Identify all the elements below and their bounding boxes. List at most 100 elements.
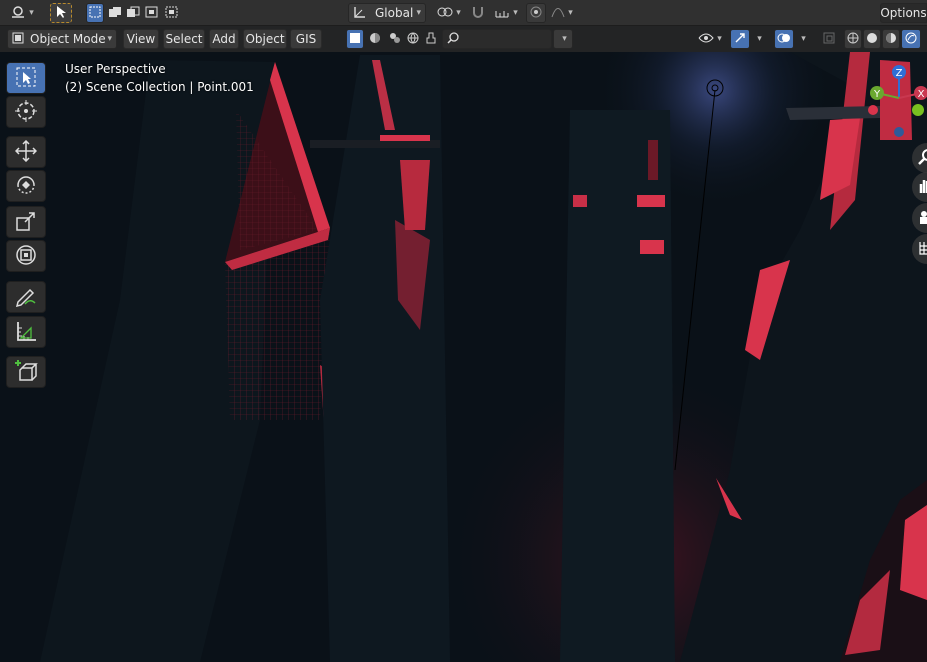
navigation-gizmo[interactable]: Z Y X	[855, 60, 927, 140]
selection-new-icon	[89, 6, 101, 21]
shading-wireframe-button[interactable]	[844, 29, 862, 49]
proportional-edit-toggle[interactable]	[526, 3, 546, 23]
transform-orientation-dropdown[interactable]: Global ▾	[348, 3, 426, 23]
shading-solid-button[interactable]	[863, 29, 881, 49]
render-mode-solid-button[interactable]	[346, 29, 364, 49]
xray-icon	[823, 32, 835, 47]
material-sphere-icon	[369, 32, 381, 47]
measure-icon	[15, 320, 37, 345]
selection-invert-icon	[145, 6, 159, 21]
shading-material-button[interactable]	[882, 29, 900, 49]
proportional-edit-icon	[530, 6, 542, 21]
shading-rendered-button[interactable]	[901, 29, 921, 49]
eye-icon	[698, 32, 714, 47]
cursor-arrow-icon	[55, 5, 67, 22]
rendered-sphere-icon	[905, 32, 917, 47]
options-label: Options	[880, 6, 927, 20]
chevron-down-icon: ▾	[801, 34, 806, 44]
options-button[interactable]: Options	[880, 3, 927, 23]
overlay-circles-icon	[777, 32, 791, 47]
proportional-falloff-dropdown[interactable]: ▾	[548, 3, 576, 23]
transform-icon	[15, 244, 37, 269]
xray-toggle[interactable]	[820, 29, 838, 49]
tool-add-cube[interactable]	[6, 356, 46, 388]
render-sculpt-button[interactable]	[422, 29, 440, 49]
grid-icon	[918, 240, 927, 259]
rotate-icon	[15, 174, 37, 199]
mode-label: Object Mode	[30, 32, 106, 46]
solid-sphere-icon	[866, 32, 878, 47]
tool-cursor[interactable]	[6, 96, 46, 128]
chevron-down-icon: ▾	[107, 34, 112, 44]
render-material-button[interactable]	[366, 29, 384, 49]
mode-subtract-button[interactable]	[124, 3, 142, 23]
mode-dropdown[interactable]: Object Mode ▾	[7, 29, 117, 49]
mode-invert-button[interactable]	[143, 3, 161, 23]
pivot-icon	[437, 5, 453, 22]
selection-intersect-icon	[165, 6, 179, 21]
collection-label: (2) Scene Collection | Point.001	[65, 80, 254, 94]
cube-filled-icon	[350, 32, 360, 46]
chevron-down-icon: ▾	[757, 34, 762, 44]
object-mode-icon	[12, 32, 24, 47]
chevron-down-icon: ▾	[562, 34, 567, 44]
axis-y-label: Y	[873, 89, 881, 100]
tool-annotate[interactable]	[6, 281, 46, 313]
annotate-icon	[15, 285, 37, 310]
search-filter-dropdown[interactable]: ▾	[553, 29, 573, 49]
gizmo-toggle[interactable]	[730, 29, 750, 49]
chevron-down-icon: ▾	[416, 8, 421, 18]
add-cube-icon	[14, 359, 38, 386]
tool-rotate[interactable]	[6, 170, 46, 202]
search-icon	[447, 31, 459, 47]
orientation-label: Global	[375, 6, 414, 20]
tool-select-box[interactable]	[6, 62, 46, 94]
menu-add[interactable]: Add	[209, 29, 239, 49]
viewport-header: Object Mode ▾ View Select Add Object GIS…	[0, 26, 927, 52]
mode-new-button[interactable]	[86, 3, 104, 23]
mode-extend-button[interactable]	[106, 3, 124, 23]
scale-icon	[15, 210, 37, 235]
gizmo-arrow-icon	[734, 32, 746, 47]
mode-intersect-button[interactable]	[163, 3, 181, 23]
axis-neg-y-icon[interactable]	[912, 104, 924, 116]
orientation-axes-icon	[353, 5, 367, 22]
tool-measure[interactable]	[6, 316, 46, 348]
axis-neg-x-icon[interactable]	[868, 105, 878, 115]
menu-select[interactable]: Select	[163, 29, 205, 49]
gizmo-dropdown[interactable]: ▾	[750, 29, 766, 49]
material-preview-icon	[885, 32, 897, 47]
selection-extend-icon	[108, 6, 122, 21]
axis-z-label: Z	[896, 68, 903, 79]
snap-toggle[interactable]	[468, 3, 488, 23]
axis-neg-z-icon[interactable]	[894, 127, 904, 137]
perspective-label: User Perspective	[65, 62, 166, 76]
viewport-info: User Perspective (2) Scene Collection | …	[65, 60, 254, 96]
overlays-toggle[interactable]	[774, 29, 794, 49]
falloff-curve-icon	[551, 6, 565, 21]
world-icon	[407, 32, 419, 47]
tool-transform[interactable]	[6, 240, 46, 272]
menu-object[interactable]: Object	[243, 29, 287, 49]
render-texture-button[interactable]	[386, 29, 404, 49]
move-icon	[14, 139, 38, 165]
axis-x-label: X	[918, 89, 925, 100]
overlays-dropdown[interactable]: ▾	[794, 29, 810, 49]
camera-icon	[918, 209, 927, 228]
editor-type-button[interactable]: ▾	[6, 3, 38, 23]
menu-view[interactable]: View	[123, 29, 159, 49]
select-box-icon	[16, 67, 36, 90]
tool-move[interactable]	[6, 136, 46, 168]
menu-gis[interactable]: GIS	[290, 29, 322, 49]
magnifier-icon	[918, 148, 927, 168]
texture-icon	[389, 32, 401, 47]
select-tool-button[interactable]	[50, 3, 72, 23]
render-world-button[interactable]	[404, 29, 422, 49]
tool-scale[interactable]	[6, 206, 46, 238]
snap-target-dropdown[interactable]: ▾	[490, 3, 522, 23]
magnet-icon	[471, 5, 485, 22]
3d-viewport[interactable]	[0, 52, 927, 662]
search-input[interactable]	[442, 29, 552, 49]
pivot-point-dropdown[interactable]: ▾	[434, 3, 464, 23]
visibility-dropdown[interactable]: ▾	[694, 29, 726, 49]
